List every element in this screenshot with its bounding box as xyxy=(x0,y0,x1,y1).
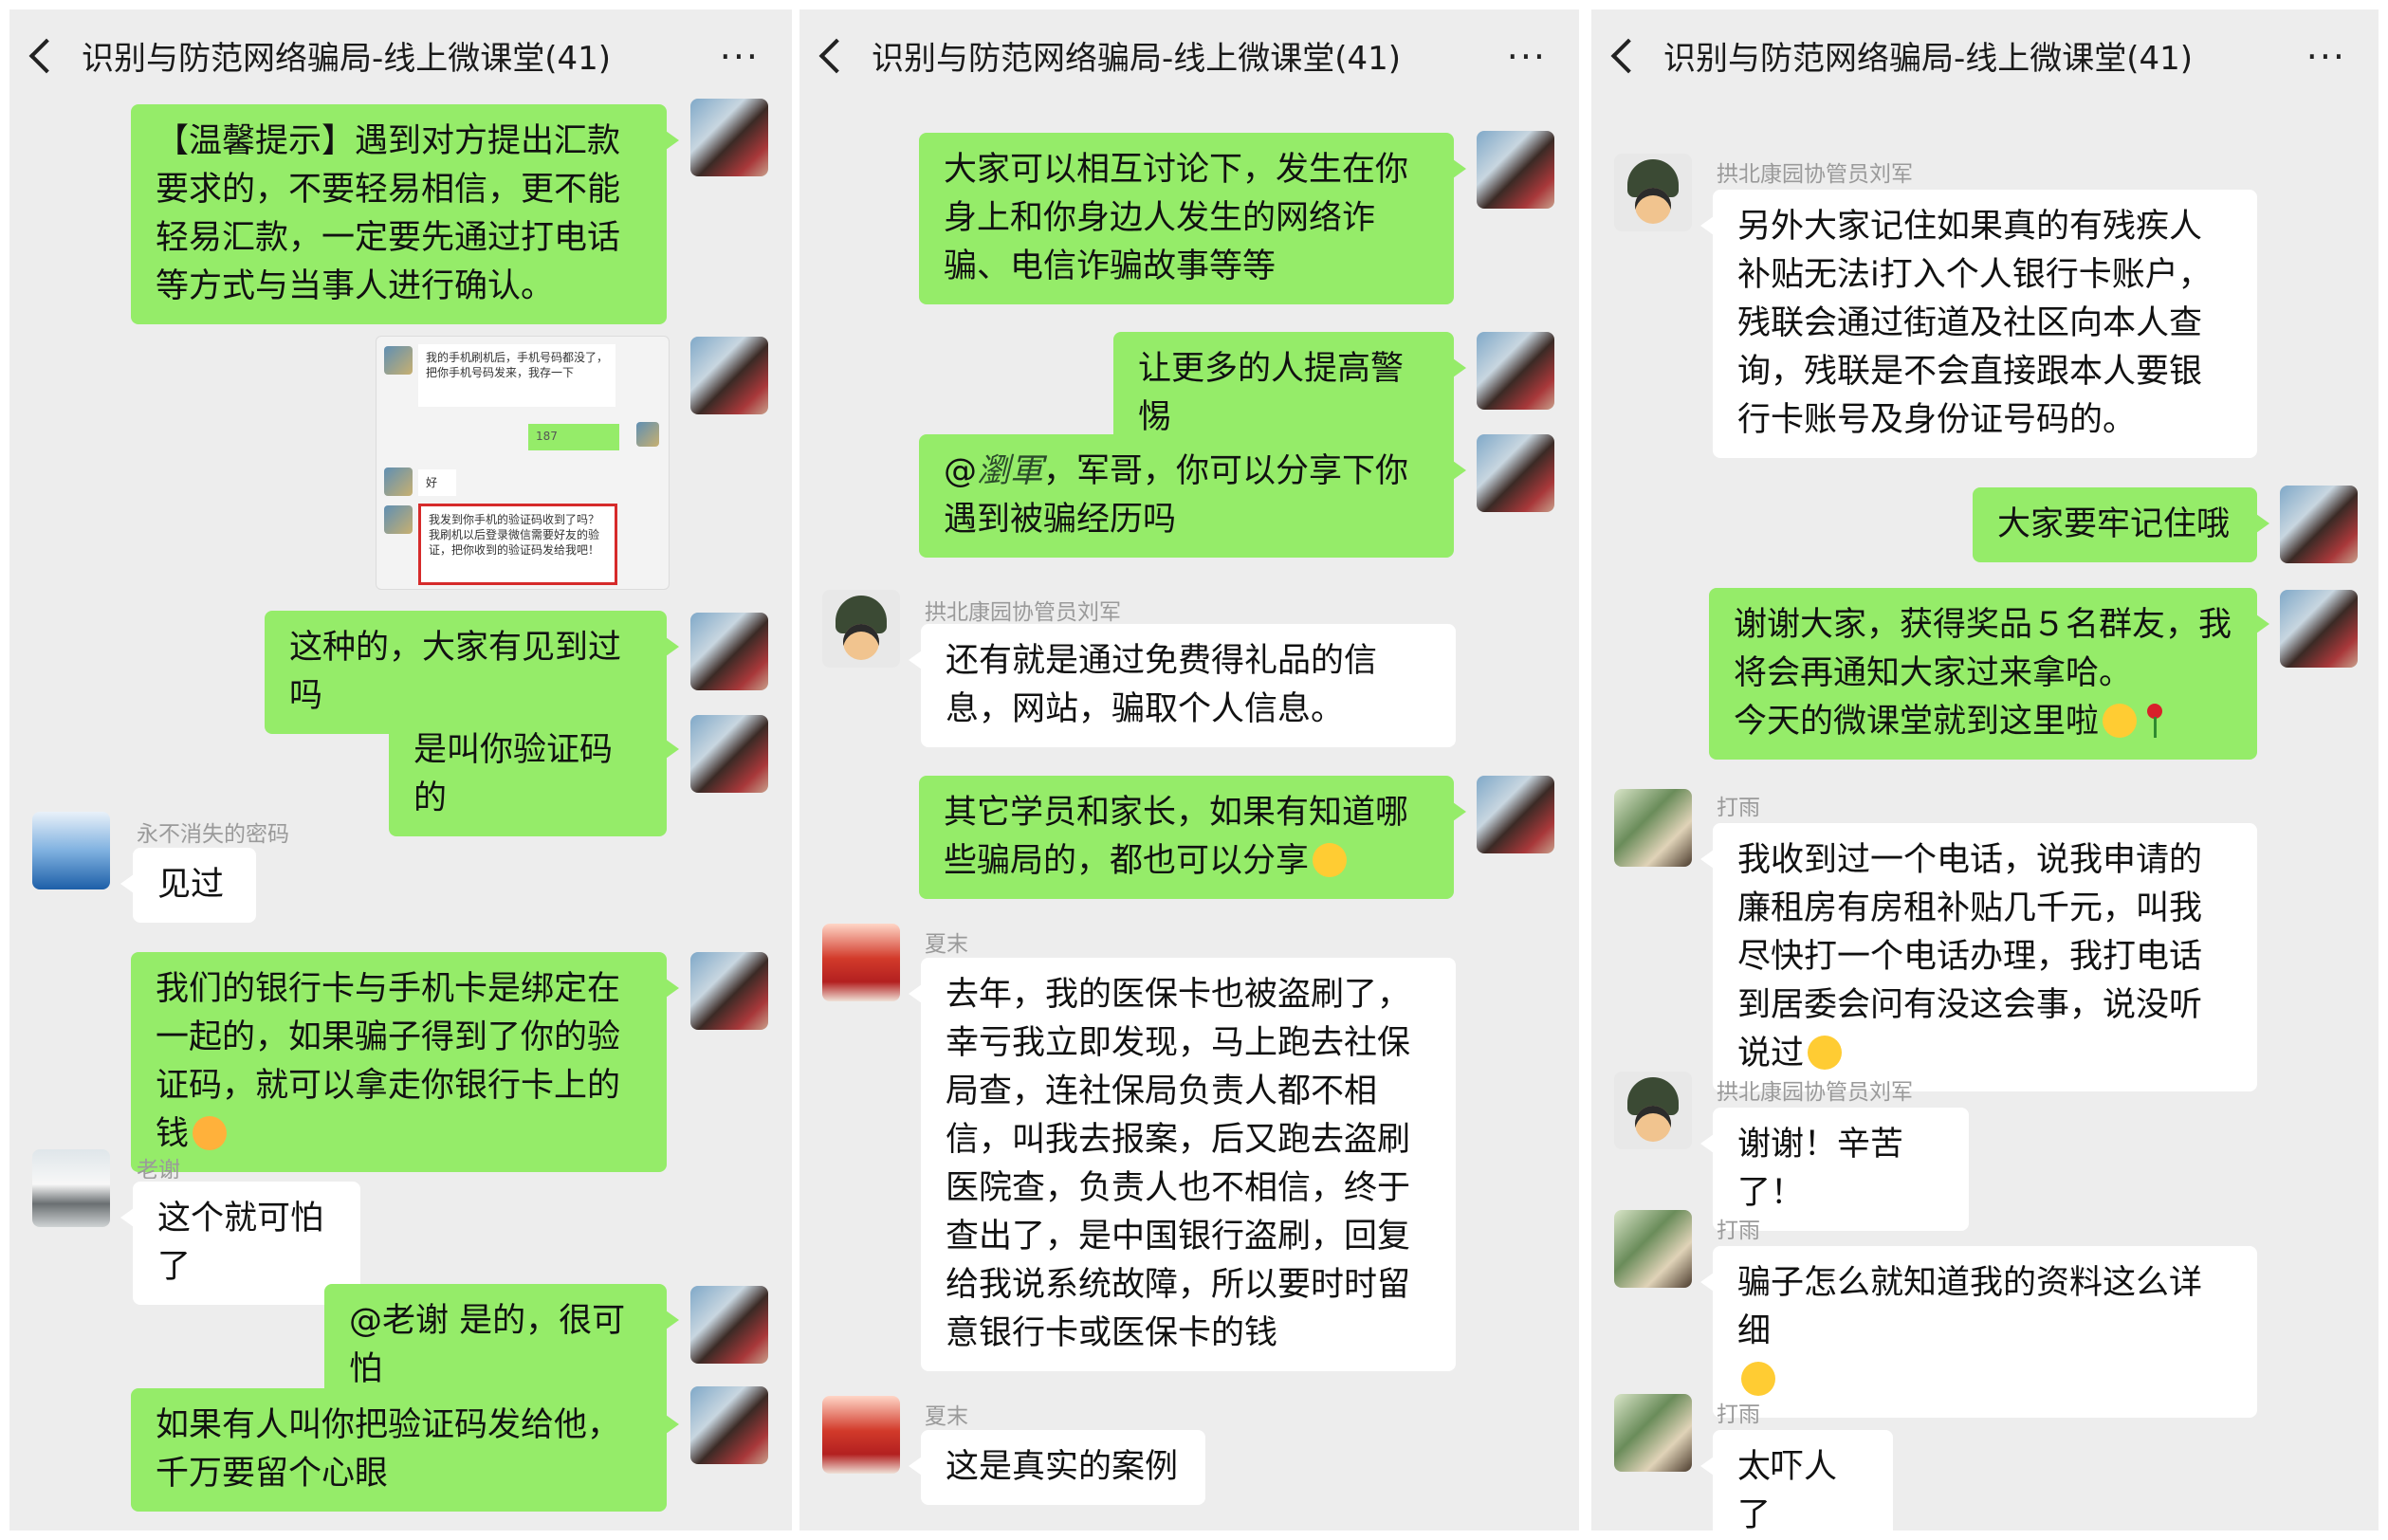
avatar[interactable] xyxy=(822,924,900,1001)
avatar[interactable] xyxy=(1614,1394,1692,1472)
chat-header: 识别与防范网络骗局-线上微课堂(41) ··· xyxy=(799,9,1579,104)
chat-title: 识别与防范网络骗局-线上微课堂(41) xyxy=(1663,40,2194,78)
message-bubble[interactable]: 是叫你验证码的 xyxy=(389,713,679,836)
avatar[interactable] xyxy=(690,99,768,176)
screenshot-text: 187 xyxy=(528,424,619,450)
avatar xyxy=(636,422,659,447)
avatar[interactable] xyxy=(1614,154,1692,231)
chat-title: 识别与防范网络骗局-线上微课堂(41) xyxy=(872,40,1402,78)
message-bubble[interactable]: 谢谢大家，获得奖品５名群友，我将会再通知大家过来拿哈。今天的微课堂就到这里啦 xyxy=(1709,588,2269,760)
more-icon[interactable]: ··· xyxy=(2306,36,2346,78)
sender-name: 永不消失的密码 xyxy=(137,822,289,847)
avatar[interactable] xyxy=(822,590,900,668)
avatar xyxy=(384,468,413,496)
message-bubble[interactable]: 另外大家记住如果真的有残疾人补贴无法i打入个人银行卡账户，残联会通过街道及社区向… xyxy=(1700,190,2257,458)
avatar[interactable] xyxy=(2280,590,2358,668)
sender-name: 打雨 xyxy=(1717,1219,1760,1243)
more-icon[interactable]: ··· xyxy=(1507,36,1547,78)
message-bubble[interactable]: 见过 xyxy=(120,848,256,923)
emoji-smirk xyxy=(1741,1362,1775,1396)
message-bubble[interactable]: 我们的银行卡与手机卡是绑定在一起的，如果骗子得到了你的验证码，就可以拿走你银行卡… xyxy=(131,952,679,1172)
back-icon[interactable] xyxy=(818,38,854,74)
message-bubble[interactable]: 大家要牢记住哦 xyxy=(1973,487,2269,562)
sender-name: 夏末 xyxy=(925,932,968,957)
avatar[interactable] xyxy=(1477,434,1554,512)
sender-name: 老谢 xyxy=(137,1158,180,1182)
message-bubble[interactable]: 如果有人叫你把验证码发给他，千万要留个心眼 xyxy=(131,1388,679,1512)
emoji-grin xyxy=(1313,843,1348,877)
message-text: 谢谢大家，获得奖品５名群友，我将会再通知大家过来拿哈。 xyxy=(1734,606,2232,692)
avatar[interactable] xyxy=(32,812,110,889)
back-icon[interactable] xyxy=(1610,38,1646,74)
chat-panel-2: 识别与防范网络骗局-线上微课堂(41) ··· 大家可以相互讨论下，发生在你身上… xyxy=(799,9,1579,1531)
screenshot-image[interactable]: 我的手机刷机后，手机号码都没了，把你手机号码发来，我存一下 187 好 我发到你… xyxy=(376,336,670,590)
avatar[interactable] xyxy=(690,1286,768,1364)
message-bubble[interactable]: 太吓人了 xyxy=(1700,1430,1893,1531)
more-icon[interactable]: ··· xyxy=(720,36,760,78)
chat-header: 识别与防范网络骗局-线上微课堂(41) ··· xyxy=(1591,9,2379,104)
avatar xyxy=(384,346,413,375)
emoji-smirk xyxy=(1808,1036,1843,1070)
sender-name: 打雨 xyxy=(1717,796,1760,820)
message-bubble[interactable]: 骗子怎么就知道我的资料这么详细 xyxy=(1700,1246,2257,1418)
message-text: 骗子怎么就知道我的资料这么详细 xyxy=(1737,1264,2203,1350)
avatar[interactable] xyxy=(1477,332,1554,410)
sender-name: 拱北康园协管员刘军 xyxy=(1717,1080,1913,1105)
message-bubble[interactable]: 这是真实的案例 xyxy=(909,1430,1205,1505)
avatar[interactable] xyxy=(690,337,768,414)
avatar[interactable] xyxy=(690,1386,768,1464)
sender-name: 拱北康园协管员刘军 xyxy=(1717,162,1913,187)
avatar[interactable] xyxy=(1614,1210,1692,1288)
avatar[interactable] xyxy=(690,952,768,1030)
avatar[interactable] xyxy=(1614,1072,1692,1149)
avatar[interactable] xyxy=(1477,131,1554,209)
back-icon[interactable] xyxy=(28,38,64,74)
avatar[interactable] xyxy=(690,715,768,793)
message-bubble[interactable]: 大家可以相互讨论下，发生在你身上和你身边人发生的网络诈骗、电信诈骗故事等等 xyxy=(919,133,1466,304)
mention-name[interactable]: 瀏軍 xyxy=(977,452,1043,490)
message-bubble[interactable]: 还有就是通过免费得礼品的信息，网站，骗取个人信息。 xyxy=(909,624,1456,747)
chat-panel-1: 识别与防范网络骗局-线上微课堂(41) ··· 【温馨提示】遇到对方提出汇款要求… xyxy=(9,9,792,1531)
sender-name: 打雨 xyxy=(1717,1402,1760,1427)
message-bubble[interactable]: 去年，我的医保卡也被盗刷了，幸亏我立即发现，马上跑去社保局查，连社保局负责人都不… xyxy=(909,958,1456,1371)
emoji-angry xyxy=(193,1116,228,1150)
message-text: 我收到过一个电话，说我申请的廉租房有房租补贴几千元，叫我尽快打一个电话办理，我打… xyxy=(1737,841,2203,1072)
message-bubble[interactable]: 【温馨提示】遇到对方提出汇款要求的，不要轻易相信，更不能轻易汇款，一定要先通过打… xyxy=(131,104,679,324)
message-bubble[interactable]: 其它学员和家长，如果有知道哪些骗局的，都也可以分享 xyxy=(919,776,1466,899)
avatar[interactable] xyxy=(32,1149,110,1227)
screenshot-text: 好 xyxy=(418,469,456,496)
message-bubble[interactable]: 我收到过一个电话，说我申请的廉租房有房租补贴几千元，叫我尽快打一个电话办理，我打… xyxy=(1700,823,2257,1091)
screenshot-highlighted-text: 我发到你手机的验证码收到了吗？我刷机以后登录微信需要好友的验证，把你收到的验证码… xyxy=(418,504,617,585)
avatar[interactable] xyxy=(822,1396,900,1474)
screenshot-text: 我的手机刷机后，手机号码都没了，把你手机号码发来，我存一下 xyxy=(418,344,615,407)
chat-title: 识别与防范网络骗局-线上微课堂(41) xyxy=(82,40,612,78)
avatar[interactable] xyxy=(690,613,768,690)
chat-header: 识别与防范网络骗局-线上微课堂(41) ··· xyxy=(9,9,792,104)
chat-panel-3: 识别与防范网络骗局-线上微课堂(41) ··· 拱北康园协管员刘军 另外大家记住… xyxy=(1591,9,2379,1531)
avatar[interactable] xyxy=(2280,486,2358,563)
avatar[interactable] xyxy=(1614,789,1692,867)
sender-name: 夏末 xyxy=(925,1404,968,1429)
message-text: 今天的微课堂就到这里啦 xyxy=(1734,703,2100,741)
message-bubble[interactable]: @瀏軍，军哥，你可以分享下你遇到被骗经历吗 xyxy=(919,434,1466,558)
avatar[interactable] xyxy=(1477,776,1554,853)
emoji-smile xyxy=(2103,704,2138,738)
mention-at: @ xyxy=(944,452,977,490)
sender-name: 拱北康园协管员刘军 xyxy=(925,600,1121,625)
rose-icon xyxy=(2142,704,2167,738)
avatar xyxy=(384,505,413,534)
